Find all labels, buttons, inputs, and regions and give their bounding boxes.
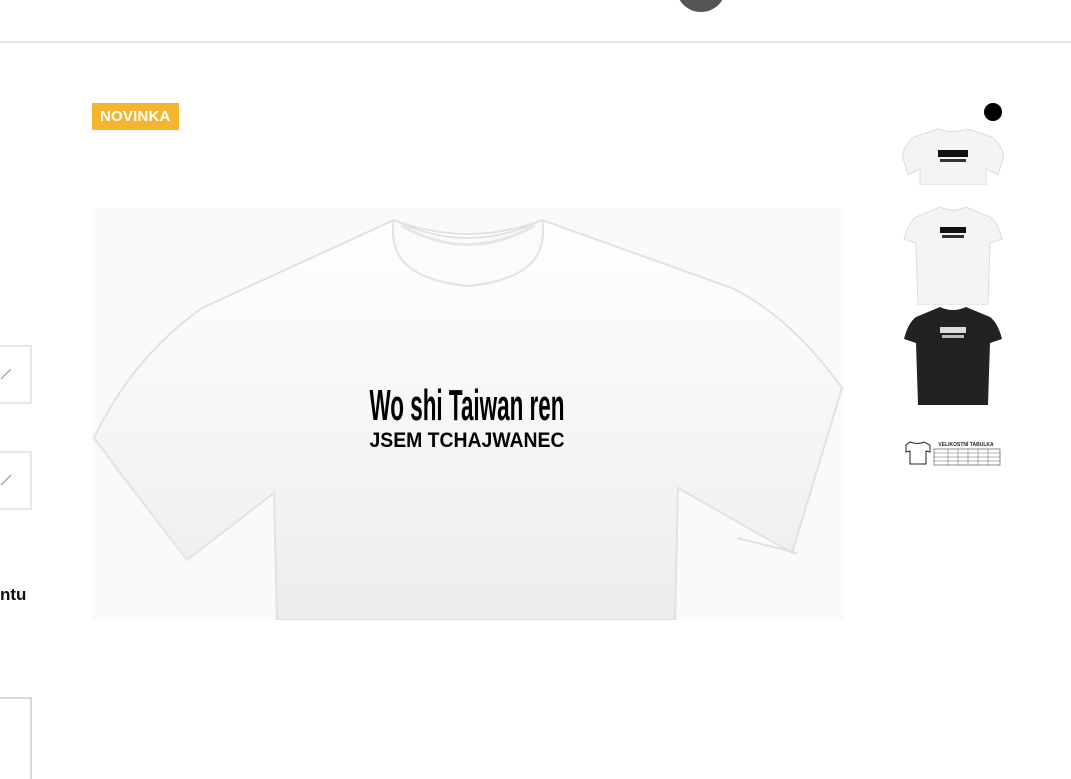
variant-select-1[interactable]: [0, 345, 32, 404]
size-table-title: VELIKOSTNÍ TABULKA: [938, 440, 994, 448]
thumbnail-white-front[interactable]: [902, 125, 1004, 185]
print-line-2: JSEM TCHAJWANEC: [370, 429, 565, 452]
left-panel-label: ntu: [0, 585, 27, 604]
variant-select-2[interactable]: [0, 451, 32, 510]
quantity-box[interactable]: [0, 697, 32, 779]
size-table-thumbnail[interactable]: VELIKOSTNÍ TABULKA: [902, 436, 1004, 472]
chevron-icon: [0, 368, 12, 380]
thumbnail-white-full[interactable]: [902, 205, 1004, 305]
thumbnail-black-full[interactable]: [902, 305, 1004, 405]
product-main-image[interactable]: Wo shi Taiwan ren JSEM TCHAJWANEC: [92, 208, 844, 620]
new-badge: NOVINKA: [92, 103, 179, 130]
header-divider: [0, 41, 1071, 43]
chevron-icon: [0, 474, 12, 486]
gallery-dot[interactable]: [984, 103, 1002, 121]
user-avatar[interactable]: [676, 0, 726, 12]
print-line-1: Wo shi Taiwan ren: [370, 381, 565, 430]
